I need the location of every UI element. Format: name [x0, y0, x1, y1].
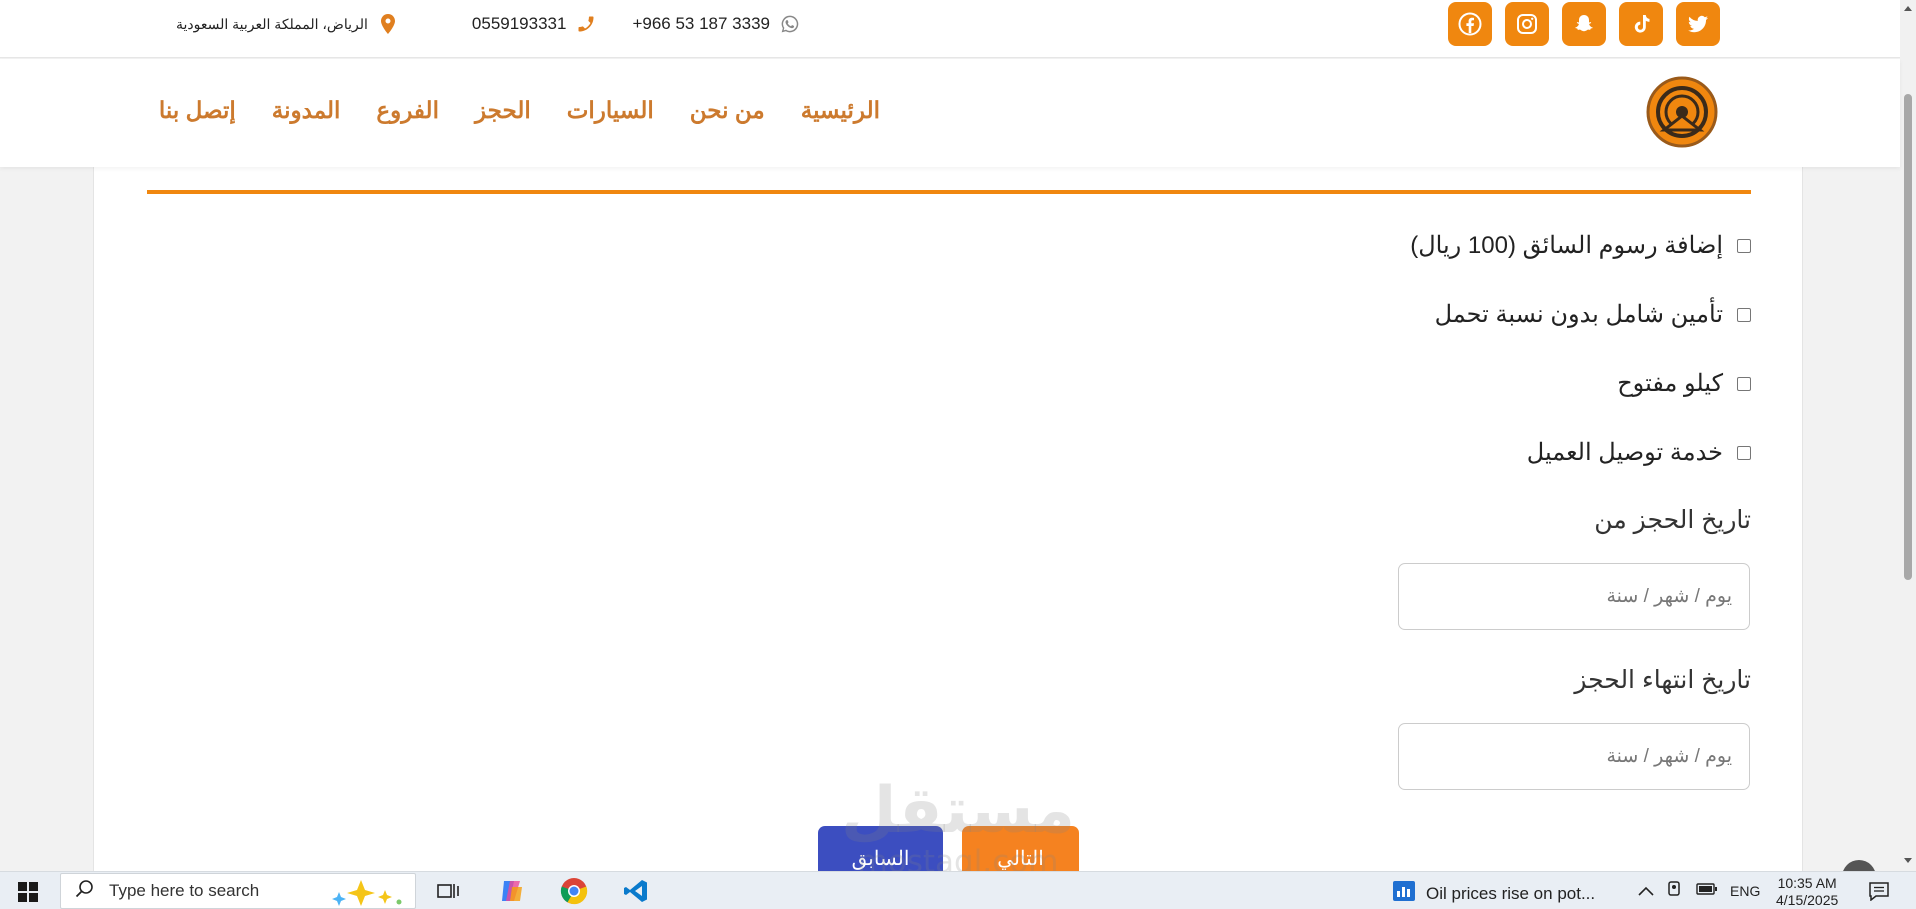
- address-text: الرياض، المملكة العربية السعودية: [176, 15, 368, 32]
- contact-info: الرياض، المملكة العربية السعودية 0559193…: [176, 10, 800, 38]
- start-date-placeholder: يوم / شهر / سنة: [1606, 586, 1732, 607]
- scroll-thumb[interactable]: [1904, 94, 1912, 580]
- news-headline: Oil prices rise on pot...: [1426, 883, 1596, 903]
- end-date-placeholder: يوم / شهر / سنة: [1606, 746, 1732, 767]
- main-navbar: الرئيسية من نحن السيارات الحجز الفروع ال…: [0, 59, 1900, 167]
- copilot-icon[interactable]: [498, 877, 526, 905]
- end-date-input[interactable]: يوم / شهر / سنة: [1398, 723, 1750, 790]
- battery-icon[interactable]: [1696, 882, 1718, 899]
- whatsapp-icon: [780, 13, 800, 35]
- notification-icon[interactable]: [1868, 881, 1890, 902]
- whatsapp-item[interactable]: +966 53 187 3339: [632, 13, 800, 35]
- windows-taskbar: Type here to search Oil prices rise on p…: [0, 871, 1916, 909]
- option-full-insurance[interactable]: تأمين شامل بدون نسبة تحمل: [1410, 297, 1751, 332]
- nav-menu: الرئيسية من نحن السيارات الحجز الفروع ال…: [159, 97, 880, 124]
- taskbar-clock[interactable]: 10:35 AM 4/15/2025: [1776, 875, 1838, 909]
- clock-time: 10:35 AM: [1777, 875, 1837, 891]
- scroll-down-arrow-icon[interactable]: [1904, 858, 1912, 863]
- site-logo[interactable]: [1646, 76, 1718, 148]
- nav-item-contact[interactable]: إتصل بنا: [159, 97, 236, 124]
- nav-item-about[interactable]: من نحن: [690, 97, 765, 124]
- phone-number[interactable]: 0559193331: [472, 14, 567, 34]
- end-date-label: تاريخ انتهاء الحجز: [1574, 666, 1751, 694]
- sparkle-decoration-icon: [331, 878, 405, 908]
- search-placeholder: Type here to search: [109, 881, 260, 900]
- option-driver-fee[interactable]: إضافة رسوم السائق (100 ريال): [1410, 228, 1751, 263]
- snapchat-icon[interactable]: [1562, 2, 1606, 46]
- page-scrollbar[interactable]: [1900, 0, 1916, 871]
- clock-date: 4/15/2025: [1776, 892, 1839, 908]
- instagram-icon[interactable]: [1505, 2, 1549, 46]
- scroll-up-arrow-icon[interactable]: [1904, 6, 1912, 11]
- phone-item[interactable]: 0559193331: [472, 13, 597, 35]
- search-icon: [75, 879, 95, 903]
- tiktok-icon[interactable]: [1619, 2, 1663, 46]
- twitter-icon[interactable]: [1676, 2, 1720, 46]
- nav-item-branches[interactable]: الفروع: [376, 97, 439, 124]
- language-indicator[interactable]: ENG: [1730, 883, 1760, 899]
- option-label: كيلو مفتوح: [1617, 370, 1723, 397]
- news-widget[interactable]: Oil prices rise on pot...: [1392, 880, 1595, 907]
- location-pin-icon: [378, 13, 398, 35]
- whatsapp-number[interactable]: +966 53 187 3339: [632, 14, 770, 34]
- full-insurance-checkbox[interactable]: [1737, 307, 1751, 322]
- start-date-input[interactable]: يوم / شهر / سنة: [1398, 563, 1750, 630]
- top-contact-bar: الرياض، المملكة العربية السعودية 0559193…: [0, 0, 1900, 58]
- extras-options: إضافة رسوم السائق (100 ريال) تأمين شامل …: [1410, 228, 1751, 504]
- delivery-checkbox[interactable]: [1737, 445, 1751, 460]
- nav-item-cars[interactable]: السيارات: [567, 97, 654, 124]
- driver-fee-checkbox[interactable]: [1737, 238, 1751, 253]
- vscode-icon[interactable]: [622, 877, 650, 905]
- facebook-icon[interactable]: [1448, 2, 1492, 46]
- option-label: تأمين شامل بدون نسبة تحمل: [1434, 301, 1723, 328]
- nav-item-booking[interactable]: الحجز: [475, 97, 531, 124]
- address-item: الرياض، المملكة العربية السعودية: [176, 13, 398, 35]
- option-label: إضافة رسوم السائق (100 ريال): [1410, 232, 1723, 259]
- unlimited-km-checkbox[interactable]: [1737, 376, 1751, 391]
- task-view-icon[interactable]: [434, 877, 462, 905]
- phone-icon: [576, 13, 596, 35]
- nav-item-blog[interactable]: المدونة: [272, 97, 341, 124]
- chevron-up-icon[interactable]: [1638, 883, 1654, 899]
- system-tray: ENG: [1638, 880, 1760, 901]
- social-links: [1448, 2, 1720, 46]
- windows-start-icon[interactable]: [18, 882, 38, 902]
- taskbar-search-box[interactable]: Type here to search: [60, 873, 416, 909]
- section-divider: [147, 190, 1751, 194]
- meet-camera-icon[interactable]: [1666, 880, 1684, 901]
- chrome-icon[interactable]: [560, 877, 588, 905]
- option-delivery[interactable]: خدمة توصيل العميل: [1410, 435, 1751, 470]
- nav-item-home[interactable]: الرئيسية: [801, 97, 880, 124]
- news-chart-icon: [1392, 880, 1416, 907]
- option-label: خدمة توصيل العميل: [1526, 439, 1723, 466]
- option-unlimited-km[interactable]: كيلو مفتوح: [1410, 366, 1751, 401]
- start-date-label: تاريخ الحجز من: [1594, 506, 1751, 534]
